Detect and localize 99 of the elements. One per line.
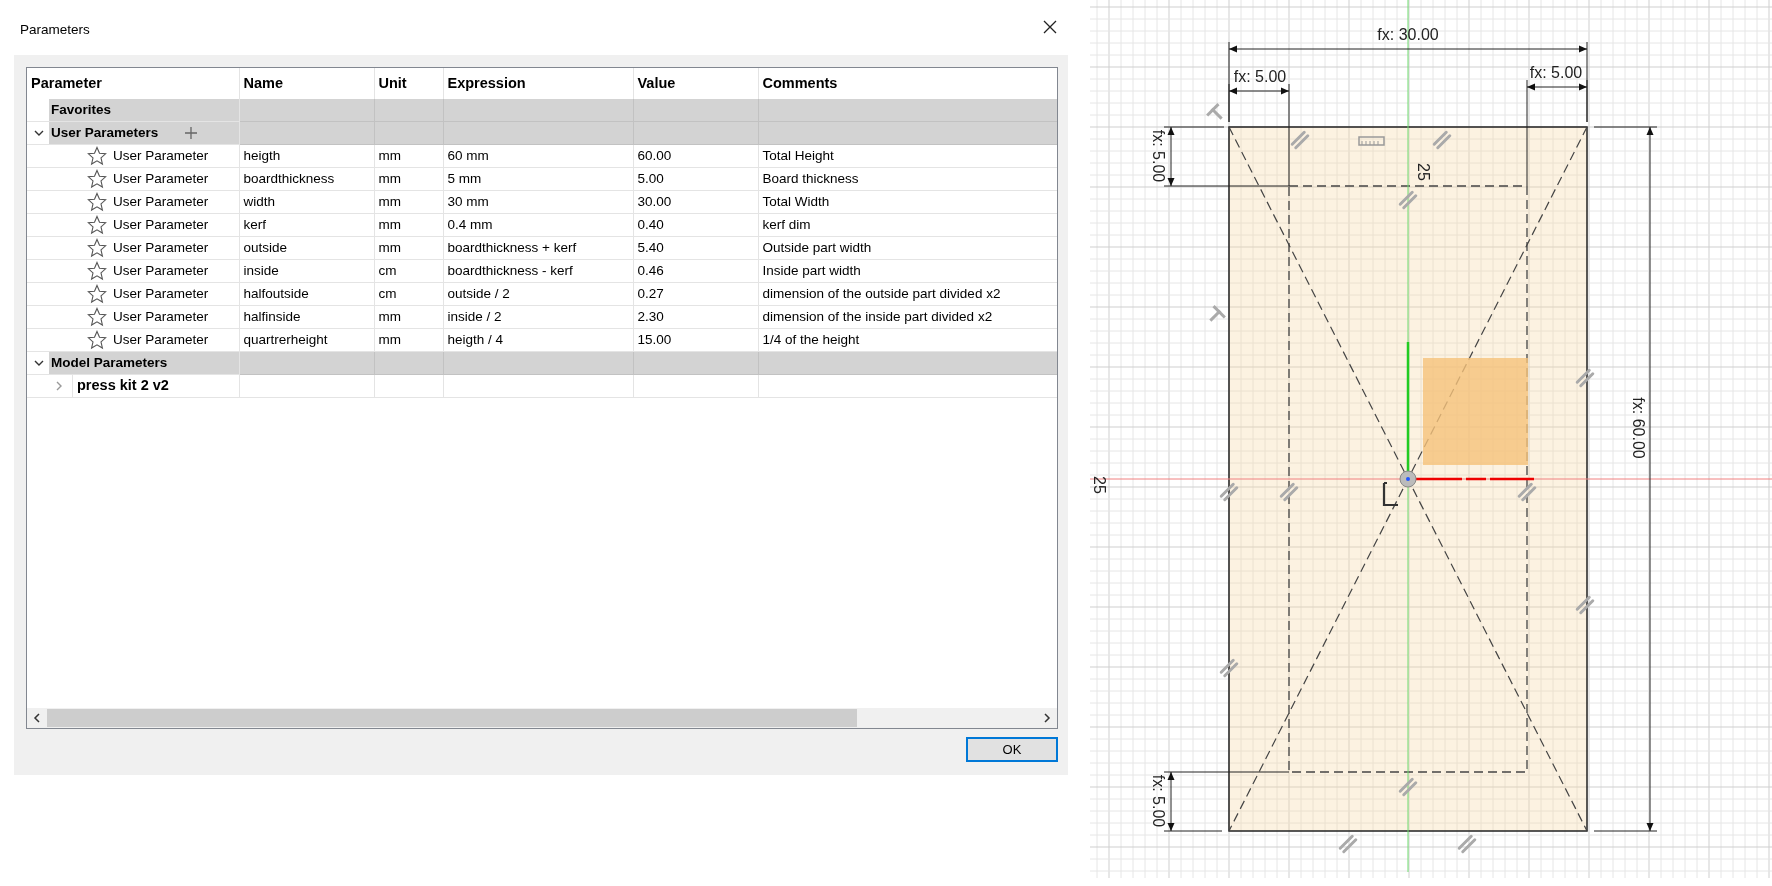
scrollbar-thumb[interactable] — [47, 709, 857, 727]
close-icon — [1043, 19, 1057, 34]
table-cell: outside — [239, 236, 374, 260]
table-cell: mm — [374, 167, 443, 191]
table-cell: boardthickness + kerf — [443, 236, 633, 260]
dimension-label: fx: 5.00 — [1149, 774, 1167, 828]
perpendicular-constraint-icon — [1209, 305, 1226, 322]
table-cell-text: User Parameter — [113, 284, 209, 303]
parallel-constraint-icon — [1398, 190, 1418, 210]
table-cell: halfoutside — [239, 282, 374, 306]
group-label: Favorites — [51, 100, 113, 119]
table-cell-text: User Parameter — [113, 261, 209, 280]
table-cell: mm — [374, 236, 443, 260]
table-cell: quartrerheight — [239, 328, 374, 352]
component-label: press kit 2 v2 — [77, 376, 169, 396]
table-cell: 60 mm — [443, 144, 633, 168]
table-cell: 5.40 — [633, 236, 758, 260]
table-cell: dimension of the inside part divided x2 — [758, 305, 1057, 329]
table-cell: mm — [374, 144, 443, 168]
table-cell: halfinside — [239, 305, 374, 329]
origin-point-icon — [1399, 470, 1417, 488]
table-cell-text: User Parameter — [113, 215, 209, 234]
table-cell-text: User Parameter — [113, 330, 209, 349]
parallel-constraint-icon — [1290, 130, 1310, 150]
window-title: Parameters — [20, 21, 90, 39]
table-cell: 5.00 — [633, 167, 758, 191]
parallel-constraint-icon — [1219, 658, 1239, 678]
table-cell: 60.00 — [633, 144, 758, 168]
star-icon[interactable] — [87, 192, 107, 213]
table-cell: mm — [374, 328, 443, 352]
table-cell-text: User Parameter — [113, 192, 209, 211]
table-cell: dimension of the outside part divided x2 — [758, 282, 1057, 306]
table-cell: 2.30 — [633, 305, 758, 329]
table-cell: mm — [374, 190, 443, 214]
table-cell: 0.46 — [633, 259, 758, 283]
table-cell: 15.00 — [633, 328, 758, 352]
table-cell: mm — [374, 305, 443, 329]
table-cell: cm — [374, 282, 443, 306]
table-cell: heigth / 4 — [443, 328, 633, 352]
table-cell: 30.00 — [633, 190, 758, 214]
table-cell: cm — [374, 259, 443, 283]
table-cell: heigth — [239, 144, 374, 168]
star-icon[interactable] — [87, 146, 107, 167]
parallel-constraint-icon — [1432, 130, 1452, 150]
parallel-constraint-icon — [1398, 777, 1418, 797]
table-cell: mm — [374, 213, 443, 237]
dimension-label: fx: 5.00 — [1529, 64, 1583, 82]
parallel-constraint-icon — [1575, 368, 1595, 388]
table-cell: 0.40 — [633, 213, 758, 237]
table-cell: Board thickness — [758, 167, 1057, 191]
table-cell: inside — [239, 259, 374, 283]
parallel-constraint-icon — [1219, 482, 1239, 502]
star-icon[interactable] — [87, 215, 107, 236]
table-cell: 5 mm — [443, 167, 633, 191]
perpendicular-constraint-icon — [1206, 103, 1223, 120]
dimension-label: fx: 5.00 — [1149, 129, 1167, 183]
star-icon[interactable] — [87, 284, 107, 305]
grid-label: 25 — [1090, 476, 1108, 494]
plus-icon[interactable] — [185, 127, 197, 140]
table-cell: Outside part width — [758, 236, 1057, 260]
group-label: User Parameters — [51, 123, 160, 142]
table-cell: Total Width — [758, 190, 1057, 214]
group-label: Model Parameters — [51, 353, 169, 372]
parallel-constraint-icon — [1517, 482, 1537, 502]
table-cell: outside / 2 — [443, 282, 633, 306]
dimension-label: fx: 60.00 — [1629, 397, 1647, 459]
coordinate-icon — [1382, 481, 1400, 507]
table-cell-text: User Parameter — [113, 307, 209, 326]
parallel-constraint-icon — [1279, 482, 1299, 502]
horizontal-constraint-icon — [1358, 136, 1385, 146]
ok-button[interactable]: OK — [966, 737, 1058, 762]
table-cell: 0.27 — [633, 282, 758, 306]
table-cell: 0.4 mm — [443, 213, 633, 237]
parallel-constraint-icon — [1575, 595, 1595, 615]
table-cell: boardthickness - kerf — [443, 259, 633, 283]
table-cell: 1/4 of the height — [758, 328, 1057, 352]
dimension-label: fx: 30.00 — [1377, 26, 1439, 44]
dimension-label: fx: 5.00 — [1233, 68, 1287, 86]
table-cell-text: User Parameter — [113, 146, 209, 165]
grid-label: 25 — [1414, 163, 1432, 181]
star-icon[interactable] — [87, 169, 107, 190]
chevron-left-icon — [33, 713, 41, 723]
star-icon[interactable] — [87, 307, 107, 328]
table-cell-text: User Parameter — [113, 238, 209, 257]
parallel-constraint-icon — [1338, 834, 1358, 854]
chevron-right-icon — [1043, 713, 1051, 723]
table-cell: inside / 2 — [443, 305, 633, 329]
table-cell: kerf dim — [758, 213, 1057, 237]
table-cell: Total Height — [758, 144, 1057, 168]
star-icon[interactable] — [87, 261, 107, 282]
table-cell: 30 mm — [443, 190, 633, 214]
table-cell: kerf — [239, 213, 374, 237]
star-icon[interactable] — [87, 238, 107, 259]
parallel-constraint-icon — [1457, 834, 1477, 854]
star-icon[interactable] — [87, 330, 107, 351]
table-cell: boardthickness — [239, 167, 374, 191]
table-cell: width — [239, 190, 374, 214]
table-cell-text: User Parameter — [113, 169, 209, 188]
table-cell: Inside part width — [758, 259, 1057, 283]
